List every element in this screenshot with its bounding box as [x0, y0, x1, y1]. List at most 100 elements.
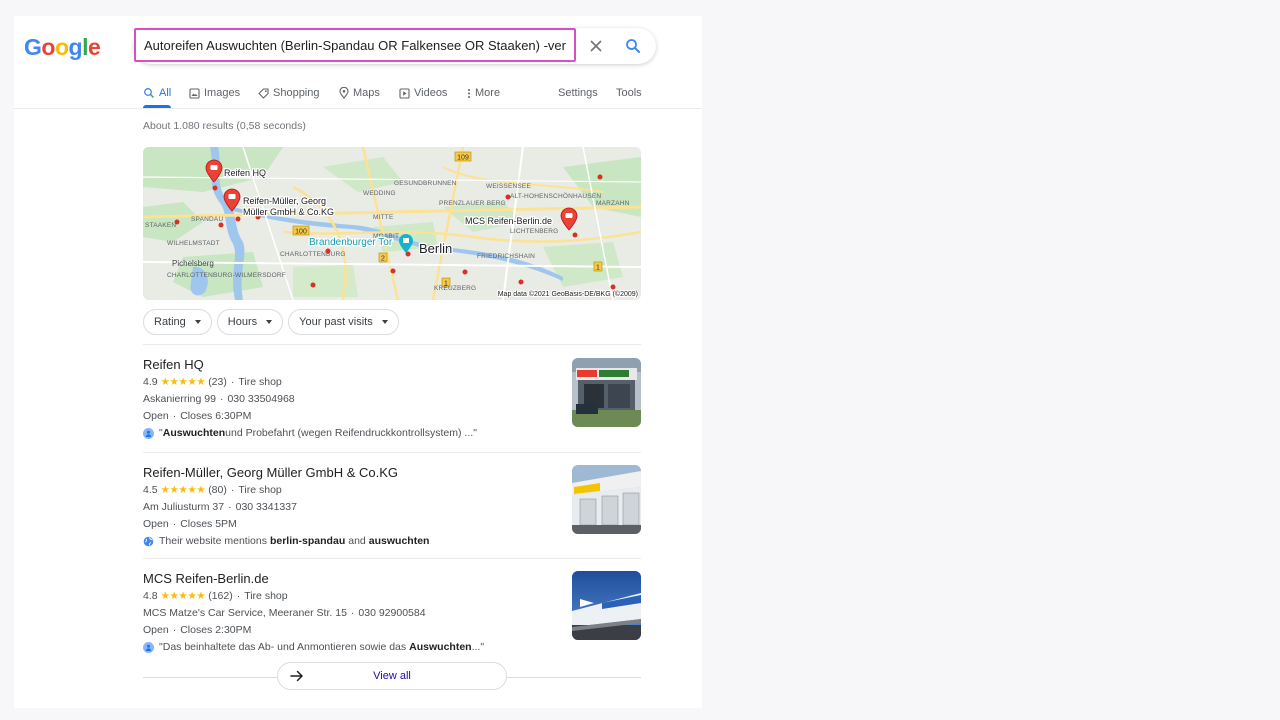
video-icon: [399, 87, 410, 99]
star-rating-icon: ★★★★★: [160, 590, 206, 602]
caret-down-icon: [266, 320, 273, 324]
hours-line: Open · Closes 2:30PM: [143, 624, 251, 636]
close-icon: [590, 40, 602, 52]
snippet-text: ...": [471, 641, 485, 653]
map-district-label: WILHELMSTADT: [167, 240, 220, 247]
place-phone: 030 33504968: [227, 393, 295, 405]
place-address: Am Juliusturm 37: [143, 501, 225, 513]
place-address: MCS Matze's Car Service, Meeraner Str. 1…: [143, 607, 347, 619]
separator: ·: [236, 590, 241, 602]
separator: ·: [350, 607, 355, 619]
star-rating-icon: ★★★★★: [160, 484, 206, 496]
separator: ·: [230, 484, 235, 496]
rating-value: 4.8: [143, 590, 158, 602]
tag-icon: [258, 87, 269, 99]
search-input-highlight: [134, 28, 576, 62]
clear-search-button[interactable]: [586, 36, 606, 56]
tab-label: All: [159, 87, 172, 99]
divider: [143, 558, 641, 559]
filter-past-visits-chip[interactable]: Your past visits: [288, 309, 399, 335]
open-status: Open: [143, 410, 169, 422]
map-place-label: Reifen-Müller, Georg: [243, 196, 326, 206]
map-district-label: CHARLOTTENBURG-WILMERSDORF: [167, 272, 286, 279]
place-phone: 030 3341337: [235, 501, 297, 513]
place-address: Askanierring 99: [143, 393, 216, 405]
view-all-button[interactable]: View all: [277, 662, 507, 690]
map-district-label: STAAKEN: [145, 222, 176, 229]
place-name[interactable]: Reifen HQ: [143, 357, 204, 372]
tab-label: Shopping: [273, 87, 320, 99]
map-city-label: Berlin: [419, 241, 452, 256]
filter-rating-chip[interactable]: Rating: [143, 309, 212, 335]
place-category: Tire shop: [244, 590, 288, 602]
result-stats: About 1.080 results (0,58 seconds): [143, 120, 306, 132]
hours-line: Open · Closes 5PM: [143, 518, 237, 530]
map-district-label: SPANDAU: [191, 216, 223, 223]
address-line: Askanierring 99 · 030 33504968: [143, 393, 295, 405]
place-category: Tire shop: [238, 484, 282, 496]
search-input[interactable]: [136, 30, 574, 60]
place-phone: 030 92900584: [358, 607, 426, 619]
snippet-text: Das beinhaltete das Ab- und Anmontieren …: [162, 641, 407, 653]
map-place-label: Müller GmbH & Co.KG: [243, 207, 334, 217]
tab-all[interactable]: All: [143, 84, 171, 102]
caret-down-icon: [381, 320, 388, 324]
place-photo[interactable]: [572, 465, 641, 534]
place-category: Tire shop: [238, 376, 282, 388]
separator: ·: [219, 393, 224, 405]
map-district-label: LICHTENBERG: [510, 228, 558, 235]
tab-videos[interactable]: Videos: [399, 84, 447, 102]
map-canvas: 109 100 2 2 1 1 GESUNDBRUNNEN WEISSENSEE…: [143, 147, 641, 300]
filter-chips: Rating Hours Your past visits: [143, 309, 399, 335]
local-result-2[interactable]: Reifen-Müller, Georg Müller GmbH & Co.KG…: [143, 465, 641, 565]
search-button[interactable]: [622, 35, 644, 57]
filter-hours-chip[interactable]: Hours: [216, 309, 284, 335]
map-place-label: MCS Reifen-Berlin.de: [465, 216, 552, 226]
closing-time: Closes 6:30PM: [180, 410, 252, 422]
tab-tools[interactable]: Tools: [616, 84, 642, 102]
caret-down-icon: [194, 320, 201, 324]
tab-label: Images: [204, 87, 241, 99]
divider: [143, 452, 641, 453]
chip-label: Rating: [154, 316, 186, 328]
tab-more[interactable]: More: [467, 84, 500, 102]
local-result-3[interactable]: MCS Reifen-Berlin.de 4.8 ★★★★★ (162) · T…: [143, 571, 641, 671]
search-icon: [626, 39, 640, 53]
google-logo[interactable]: Google: [24, 34, 101, 61]
hours-line: Open · Closes 6:30PM: [143, 410, 251, 422]
place-photo[interactable]: [572, 571, 641, 640]
user-avatar-icon: [143, 641, 154, 653]
snippet-highlight: auswuchten: [368, 535, 430, 547]
separator: ·: [172, 518, 177, 530]
place-name[interactable]: MCS Reifen-Berlin.de: [143, 571, 269, 586]
map-district-label: ALT-HOHENSCHÖNHAUSEN: [510, 192, 601, 200]
tab-label: Maps: [353, 87, 380, 99]
place-name[interactable]: Reifen-Müller, Georg Müller GmbH & Co.KG: [143, 465, 398, 480]
place-photo[interactable]: [572, 358, 641, 427]
separator: ·: [228, 501, 232, 513]
closing-time: Closes 5PM: [180, 518, 237, 530]
search-icon: [144, 88, 155, 99]
map-place-label: Reifen HQ: [224, 168, 266, 178]
tab-images[interactable]: Images: [189, 84, 240, 102]
road-shield: 100: [295, 229, 307, 236]
user-avatar-icon: [143, 427, 154, 439]
chip-label: Hours: [227, 316, 258, 328]
tab-maps[interactable]: Maps: [339, 84, 380, 102]
local-result-1[interactable]: Reifen HQ 4.9 ★★★★★ (23) · Tire shop Ask…: [143, 357, 641, 457]
image-icon: [189, 87, 200, 99]
closing-time: Closes 2:30PM: [180, 624, 252, 636]
logo-letter: g: [68, 34, 83, 60]
view-all-label: View all: [373, 670, 411, 682]
map-district-label: FRIEDRICHSHAIN: [477, 253, 535, 260]
road-shield: 1: [596, 265, 600, 272]
separator: ·: [230, 376, 235, 388]
tab-shopping[interactable]: Shopping: [258, 84, 320, 102]
map-pin-icon: [339, 87, 349, 99]
map-district-label: PRENZLAUER BERG: [439, 200, 506, 207]
rating-value: 4.9: [143, 376, 158, 388]
map-district-label: WEISSENSEE: [486, 183, 531, 190]
tab-settings[interactable]: Settings: [558, 84, 598, 102]
local-results-map[interactable]: 109 100 2 2 1 1 GESUNDBRUNNEN WEISSENSEE…: [143, 147, 641, 300]
review-snippet: " Auswuchten und Probefahrt (wegen Reifen…: [143, 427, 477, 439]
